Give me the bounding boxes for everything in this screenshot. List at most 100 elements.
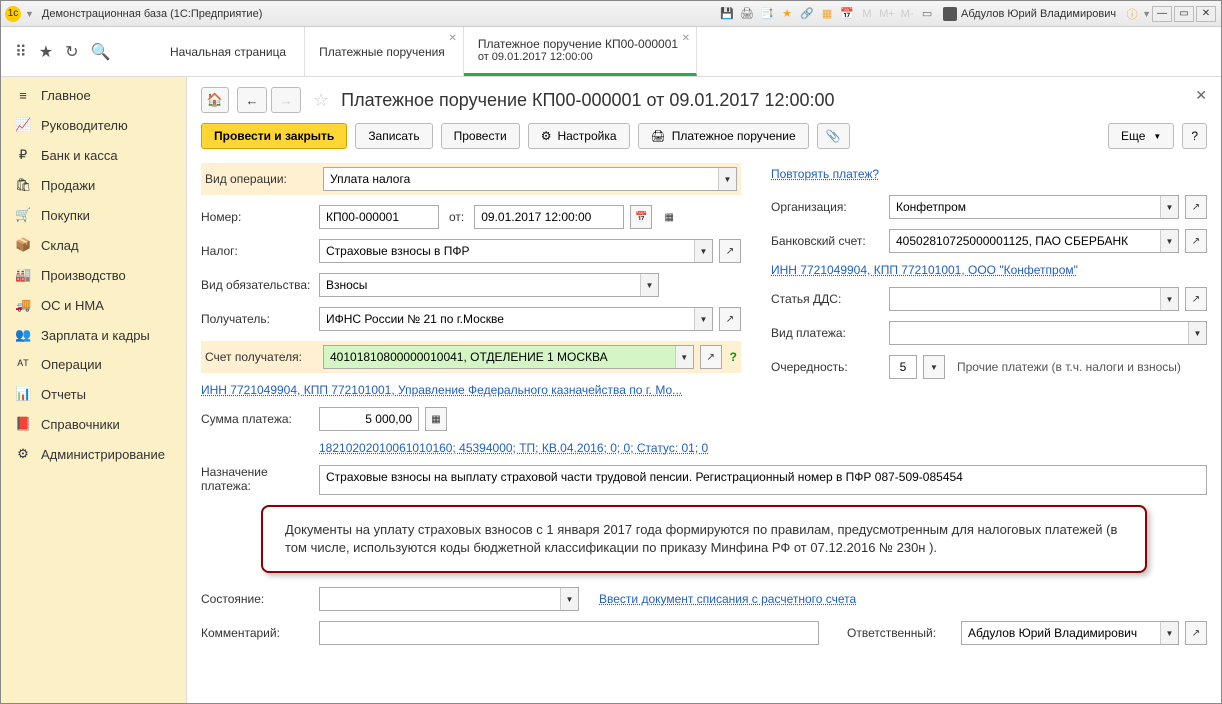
tb-info-icon[interactable]: ⓘ: [1123, 5, 1141, 23]
tb-calc-icon[interactable]: ▦: [818, 5, 836, 23]
dropdown-icon[interactable]: ▼: [1160, 622, 1178, 644]
sidebar-item-warehouse[interactable]: 📦Склад: [1, 230, 186, 260]
search-icon[interactable]: 🔍: [90, 42, 110, 62]
sidebar-item-bank[interactable]: ₽Банк и касса: [1, 140, 186, 170]
tb-save-icon[interactable]: 💾: [718, 5, 736, 23]
tab-start-page[interactable]: Начальная страница: [156, 27, 305, 76]
date-input[interactable]: [474, 205, 624, 229]
tb-panel-icon[interactable]: ▭: [918, 5, 936, 23]
tb-info-dropdown-icon[interactable]: ▼: [1142, 9, 1151, 19]
sidebar-item-operations[interactable]: ᴬᵀОперации: [1, 350, 186, 379]
show-button[interactable]: ▦: [658, 205, 680, 229]
close-button[interactable]: ✕: [1196, 6, 1216, 22]
forward-button[interactable]: →: [271, 87, 301, 113]
tb-print-icon[interactable]: 🖨: [738, 5, 756, 23]
purpose-input[interactable]: Страховые взносы на выплату страховой ча…: [319, 465, 1207, 495]
tb-mminus-icon[interactable]: M-: [898, 5, 916, 23]
minimize-button[interactable]: —: [1152, 6, 1172, 22]
kbk-line-link[interactable]: 18210202010061010160; 45394000; ТП; КВ.0…: [319, 441, 708, 455]
calc-button[interactable]: ▦: [425, 407, 447, 431]
open-button[interactable]: ↗: [1185, 287, 1207, 311]
tb-m-icon[interactable]: M: [858, 5, 876, 23]
post-button[interactable]: Провести: [441, 123, 520, 149]
tab-payment-orders[interactable]: Платежные поручения ✕: [305, 27, 464, 76]
responsible-input[interactable]: [961, 621, 1179, 645]
sidebar-item-production[interactable]: 🏭Производство: [1, 260, 186, 290]
dropdown-icon[interactable]: ▼: [1188, 322, 1206, 344]
dropdown-icon[interactable]: ▼: [1160, 230, 1178, 252]
calendar-button[interactable]: 📅: [630, 205, 652, 229]
maximize-button[interactable]: ▭: [1174, 6, 1194, 22]
home-button[interactable]: 🏠: [201, 87, 229, 113]
priority-input[interactable]: [889, 355, 917, 379]
close-icon[interactable]: ✕: [682, 33, 690, 44]
recipient-input[interactable]: [319, 307, 713, 331]
dropdown-icon[interactable]: ▼: [923, 355, 945, 379]
tax-input[interactable]: [319, 239, 713, 263]
more-button[interactable]: Еще▼: [1108, 123, 1174, 149]
organization-input[interactable]: [889, 195, 1179, 219]
open-button[interactable]: ↗: [1185, 229, 1207, 253]
history-icon[interactable]: ↻: [65, 42, 78, 62]
star-icon[interactable]: ★: [39, 42, 53, 62]
recipient-account-input[interactable]: [323, 345, 694, 369]
help-link[interactable]: ?: [730, 350, 737, 364]
state-input[interactable]: [319, 587, 579, 611]
sidebar-item-main[interactable]: ≡Главное: [1, 81, 186, 110]
sidebar-item-reports[interactable]: 📊Отчеты: [1, 379, 186, 409]
dropdown-icon[interactable]: ▼: [718, 168, 736, 190]
open-button[interactable]: ↗: [1185, 195, 1207, 219]
sidebar-item-sales[interactable]: 🛍Продажи: [1, 170, 186, 200]
recipient-details-link[interactable]: ИНН 7721049904, КПП 772101001, Управлени…: [201, 383, 682, 397]
tb-calendar-icon[interactable]: 📅: [838, 5, 856, 23]
close-doc-button[interactable]: ✕: [1195, 87, 1207, 104]
tb-mplus-icon[interactable]: M+: [878, 5, 896, 23]
dropdown-icon[interactable]: ▼: [25, 9, 34, 19]
settings-button[interactable]: ⚙Настройка: [528, 123, 630, 149]
sidebar-item-assets[interactable]: 🚚ОС и НМА: [1, 290, 186, 320]
apps-icon[interactable]: ⠿: [15, 42, 27, 62]
user-indicator[interactable]: Абдулов Юрий Владимирович: [943, 7, 1116, 21]
save-button[interactable]: Записать: [355, 123, 432, 149]
dropdown-icon[interactable]: ▼: [560, 588, 578, 610]
help-button[interactable]: ?: [1182, 123, 1207, 149]
sidebar-item-salary[interactable]: 👥Зарплата и кадры: [1, 320, 186, 350]
sidebar-item-manager[interactable]: 📈Руководителю: [1, 110, 186, 140]
tb-favorite-icon[interactable]: ★: [778, 5, 796, 23]
open-button[interactable]: ↗: [1185, 621, 1207, 645]
dropdown-icon[interactable]: ▼: [1160, 288, 1178, 310]
dds-label: Статья ДДС:: [771, 292, 885, 306]
number-input[interactable]: [319, 205, 439, 229]
tb-link-icon[interactable]: 🔗: [798, 5, 816, 23]
payment-sum-input[interactable]: [319, 407, 419, 431]
operation-type-input[interactable]: [323, 167, 737, 191]
favorite-icon[interactable]: ☆: [313, 90, 329, 111]
print-payment-order-button[interactable]: 🖨Платежное поручение: [638, 123, 809, 149]
post-and-close-button[interactable]: Провести и закрыть: [201, 123, 347, 149]
sidebar-item-admin[interactable]: ⚙Администрирование: [1, 439, 186, 469]
org-details-link[interactable]: ИНН 7721049904, КПП 772101001, ООО "Конф…: [771, 263, 1078, 277]
bank-account-input[interactable]: [889, 229, 1179, 253]
tb-compare-icon[interactable]: 📑: [758, 5, 776, 23]
close-icon[interactable]: ✕: [448, 33, 456, 44]
sidebar-item-label: Главное: [41, 88, 91, 103]
back-button[interactable]: ←: [237, 87, 267, 113]
repeat-payment-link[interactable]: Повторять платеж?: [771, 167, 879, 181]
dropdown-icon[interactable]: ▼: [640, 274, 658, 296]
write-off-link[interactable]: Ввести документ списания с расчетного сч…: [599, 592, 856, 606]
attach-button[interactable]: 📎: [817, 123, 850, 149]
open-button[interactable]: ↗: [700, 345, 722, 369]
obligation-type-input[interactable]: [319, 273, 659, 297]
dds-input[interactable]: [889, 287, 1179, 311]
dropdown-icon[interactable]: ▼: [694, 308, 712, 330]
comment-input[interactable]: [319, 621, 819, 645]
open-button[interactable]: ↗: [719, 239, 741, 263]
dropdown-icon[interactable]: ▼: [675, 346, 693, 368]
sidebar-item-catalogs[interactable]: 📕Справочники: [1, 409, 186, 439]
tab-payment-order-doc[interactable]: Платежное поручение КП00-000001 от 09.01…: [464, 27, 697, 76]
dropdown-icon[interactable]: ▼: [694, 240, 712, 262]
sidebar-item-purchases[interactable]: 🛒Покупки: [1, 200, 186, 230]
payment-type-input[interactable]: [889, 321, 1207, 345]
dropdown-icon[interactable]: ▼: [1160, 196, 1178, 218]
open-button[interactable]: ↗: [719, 307, 741, 331]
